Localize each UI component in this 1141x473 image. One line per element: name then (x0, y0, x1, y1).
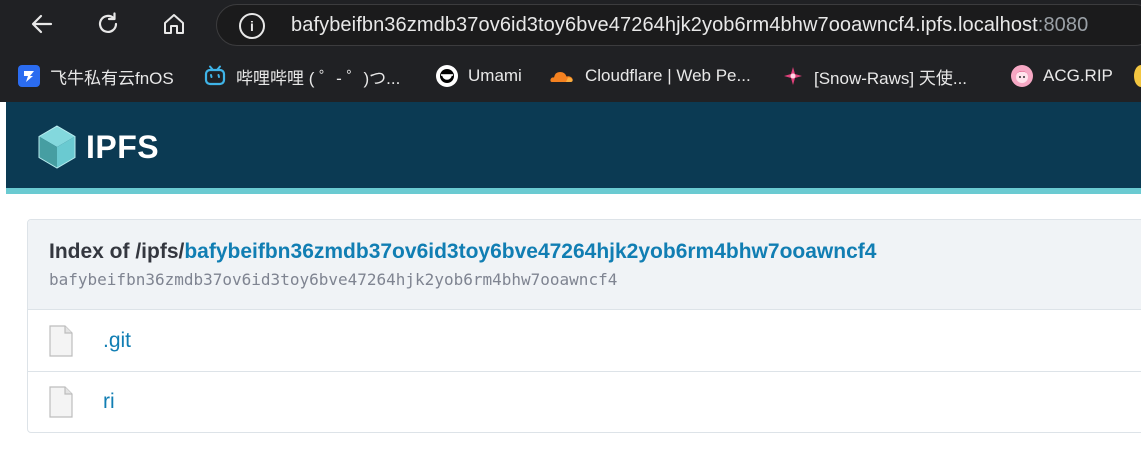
bookmark-label: ACG.RIP (1043, 66, 1113, 85)
reload-icon (98, 12, 118, 33)
ipfs-logo[interactable]: IPFS (36, 124, 159, 170)
site-info-icon[interactable]: i (239, 13, 265, 39)
fnos-icon (18, 65, 40, 87)
file-icon (49, 386, 73, 418)
url-port: :8080 (1037, 14, 1089, 36)
bookmark-snow-raws[interactable]: [Snow-Raws] 天使... (782, 62, 967, 90)
bookmarks-bar: 飞牛私有云fnOS 哔哩哔哩 ( ゜- ゜)つ... Umami Cloudfl… (0, 50, 1141, 102)
address-bar[interactable]: i bafybeifbn36zmdb37ov6id3toy6bve47264hj… (216, 4, 1141, 46)
ipfs-cube-icon (38, 125, 76, 169)
bookmark-label: Umami (468, 66, 522, 85)
index-prefix: Index of /ipfs/ (49, 240, 185, 263)
file-link-git[interactable]: .git (103, 329, 131, 353)
bookmark-overflow[interactable] (1134, 62, 1141, 90)
arrow-left-icon (31, 14, 53, 34)
table-row: .git (28, 311, 1141, 372)
bookmark-umami[interactable]: Umami (436, 62, 522, 90)
umami-icon (436, 65, 458, 87)
snow-raws-icon (782, 65, 804, 87)
home-button[interactable] (154, 4, 194, 44)
bookmark-label: [Snow-Raws] 天使... (814, 68, 968, 88)
url-host: bafybeifbn36zmdb37ov6id3toy6bve47264hjk2… (291, 14, 1038, 36)
bilibili-icon (204, 65, 226, 87)
bookmark-cloudflare[interactable]: Cloudflare | Web Pe... (549, 62, 751, 90)
directory-listing: Index of /ipfs/bafybeifbn36zmdb37ov6id3t… (27, 219, 1141, 433)
address-url[interactable]: bafybeifbn36zmdb37ov6id3toy6bve47264hjk2… (291, 14, 1088, 37)
index-title: Index of /ipfs/bafybeifbn36zmdb37ov6id3t… (49, 240, 876, 264)
ipfs-header: IPFS (6, 102, 1141, 194)
listing-header: Index of /ipfs/bafybeifbn36zmdb37ov6id3t… (28, 220, 1141, 310)
bookmark-acgrip[interactable]: ACG.RIP (1011, 62, 1113, 90)
table-row: ri (28, 372, 1141, 432)
cid-link[interactable]: bafybeifbn36zmdb37ov6id3toy6bve47264hjk2… (184, 240, 876, 263)
back-button[interactable] (22, 4, 62, 44)
reload-button[interactable] (88, 4, 128, 44)
cloudflare-icon (549, 65, 575, 87)
page-content: IPFS Index of /ipfs/bafybeifbn36zmdb37ov… (0, 102, 1141, 473)
bookmark-label: 哔哩哔哩 ( ゜- ゜)つ... (236, 68, 401, 88)
cid-text: bafybeifbn36zmdb37ov6id3toy6bve47264hjk2… (49, 270, 618, 289)
bookmark-label: 飞牛私有云fnOS (50, 68, 174, 88)
browser-toolbar: i bafybeifbn36zmdb37ov6id3toy6bve47264hj… (0, 0, 1141, 50)
home-icon (164, 14, 184, 34)
bookmark-fnos[interactable]: 飞牛私有云fnOS (18, 62, 174, 90)
bookmark-partial-icon (1134, 65, 1141, 87)
file-link-ri[interactable]: ri (103, 390, 115, 414)
bookmark-label: Cloudflare | Web Pe... (585, 66, 751, 85)
file-icon (49, 325, 73, 357)
bookmark-bilibili[interactable]: 哔哩哔哩 ( ゜- ゜)つ... (204, 62, 400, 90)
ipfs-logo-text: IPFS (86, 128, 160, 165)
acgrip-icon (1011, 65, 1033, 87)
